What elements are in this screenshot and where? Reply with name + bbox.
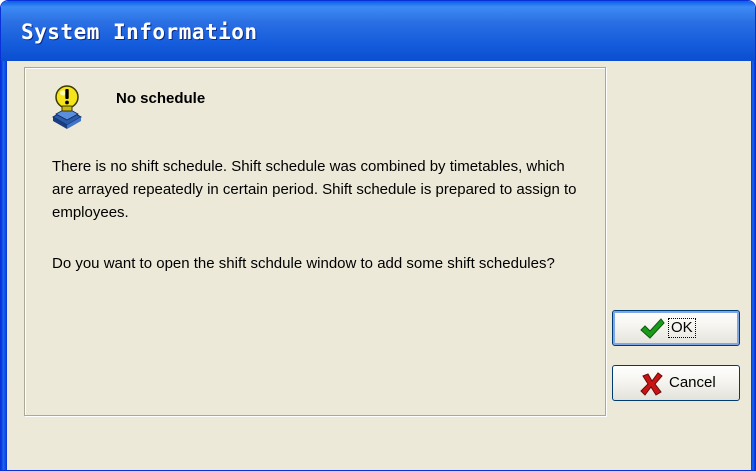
cross-icon <box>639 372 665 396</box>
ok-button-label: OK <box>668 318 696 338</box>
message-paragraph-2: Do you want to open the shift schdule wi… <box>52 255 555 272</box>
ok-button[interactable]: OK <box>612 310 740 346</box>
title-bar[interactable]: System Information <box>1 1 755 61</box>
window-right-border <box>751 61 755 470</box>
message-panel: No schedule There is no shift schedule. … <box>24 67 606 416</box>
cancel-button-label: Cancel <box>669 374 716 391</box>
window-title: System Information <box>21 20 258 44</box>
message-heading: No schedule <box>116 90 206 107</box>
message-paragraph-1: There is no shift schedule. Shift schedu… <box>52 158 577 221</box>
dialog-body: No schedule There is no shift schedule. … <box>7 61 751 470</box>
dialog-window: System Information No schedule There is … <box>0 0 756 471</box>
info-lightbulb-icon <box>47 83 87 133</box>
cancel-button[interactable]: Cancel <box>612 365 740 401</box>
checkmark-icon <box>639 317 665 341</box>
